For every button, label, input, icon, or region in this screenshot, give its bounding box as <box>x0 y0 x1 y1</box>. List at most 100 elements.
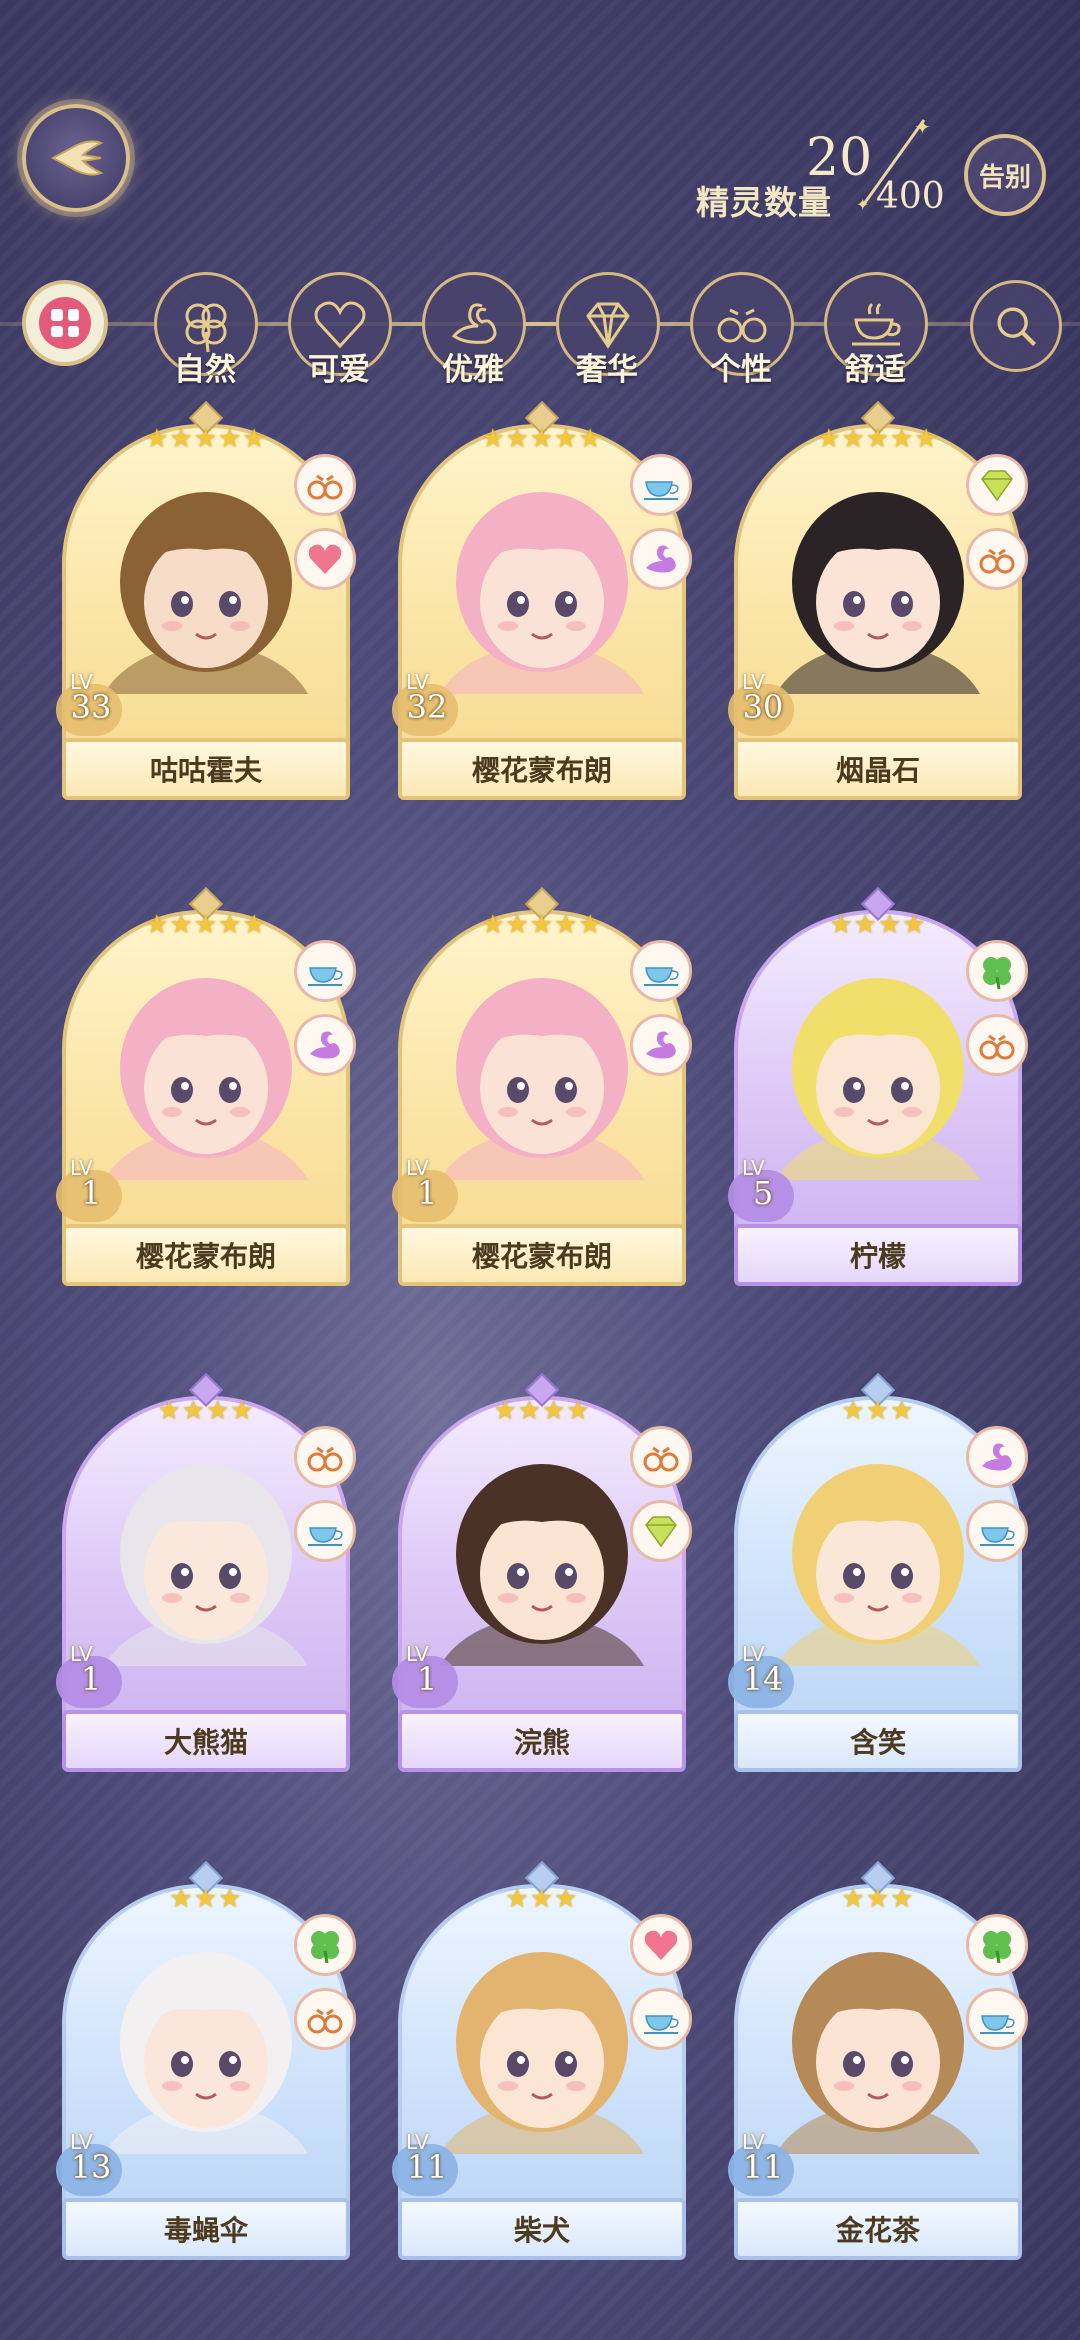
level-value: 11 <box>742 2148 784 2186</box>
level-value: 5 <box>752 1174 774 1212</box>
svg-text:✦: ✦ <box>914 115 931 139</box>
swan-icon-badge <box>966 1426 1028 1488</box>
glasses-icon <box>643 1446 679 1472</box>
swan-icon <box>646 1031 676 1059</box>
wing-back-icon <box>50 140 104 176</box>
spirit-name-plate: 咕咕霍夫 <box>62 738 350 800</box>
spirit-count: 精灵数量 20 ✦ ✦ 400 <box>696 115 956 228</box>
clover-icon-badge <box>966 1914 1028 1976</box>
teacup-icon <box>308 1527 343 1546</box>
spirit-name: 毒蝇伞 <box>163 2214 248 2247</box>
spirit-name: 柴犬 <box>513 2214 570 2247</box>
spirit-portrait <box>440 492 644 694</box>
clover-icon <box>983 957 1011 990</box>
level-badge: LV 13 <box>56 2130 126 2200</box>
spirit-portrait <box>104 978 308 1180</box>
spirit-name-plate: 金花茶 <box>734 2198 1022 2260</box>
glasses-icon-badge <box>630 1426 692 1488</box>
heart-icon-badge <box>294 528 356 590</box>
spirit-card[interactable]: ★★★ LV 11 柴犬 <box>392 1861 692 2260</box>
filter-luxury-label: 奢华 <box>576 352 638 388</box>
level-badge: LV 11 <box>392 2130 462 2200</box>
spirit-card[interactable]: ★★★★★ LV 1 樱花蒙布朗 <box>56 887 356 1286</box>
svg-text:✦: ✦ <box>856 195 869 212</box>
rarity-stars: ★★★★ <box>829 910 927 940</box>
spirit-name-plate: 大熊猫 <box>62 1710 350 1772</box>
spirit-card[interactable]: ★★★★★ LV 33 咕咕霍夫 <box>56 401 356 800</box>
rarity-stars: ★★★ <box>841 1396 915 1426</box>
teacup-icon-badge <box>630 454 692 516</box>
teacup-icon-badge <box>294 940 356 1002</box>
glasses-icon-badge <box>294 1426 356 1488</box>
level-value: 33 <box>70 688 112 726</box>
spirit-name: 金花茶 <box>835 2214 920 2247</box>
spirit-name: 浣熊 <box>513 1726 570 1759</box>
rarity-stars: ★★★★★ <box>145 910 267 940</box>
teacup-icon <box>980 2015 1015 2034</box>
swan-icon-badge <box>630 528 692 590</box>
filter-personality-label: 个性 <box>710 352 772 388</box>
filter-nature-label: 自然 <box>174 352 236 388</box>
heart-icon <box>644 1930 678 1960</box>
level-badge: LV 32 <box>392 670 462 740</box>
level-badge: LV 5 <box>728 1156 798 1226</box>
teacup-icon-badge <box>294 1500 356 1562</box>
swan-icon <box>646 545 676 573</box>
glasses-icon <box>979 1034 1015 1060</box>
spirit-card[interactable]: ★★★★★ LV 30 烟晶石 <box>728 401 1028 800</box>
heart-icon-badge <box>630 1914 692 1976</box>
glasses-icon-badge <box>294 1988 356 2050</box>
back-button[interactable] <box>22 104 130 212</box>
glasses-icon <box>307 1446 343 1472</box>
teacup-icon <box>644 967 679 986</box>
teacup-icon-badge <box>630 1988 692 2050</box>
clover-icon-badge <box>966 940 1028 1002</box>
rarity-stars: ★★★ <box>169 1884 243 1914</box>
spirit-card[interactable]: ★★★★★ LV 1 樱花蒙布朗 <box>392 887 692 1286</box>
level-badge: LV 1 <box>392 1156 462 1226</box>
glasses-icon-badge <box>966 528 1028 590</box>
rarity-stars: ★★★★ <box>157 1396 255 1426</box>
spirit-name-plate: 柠檬 <box>734 1224 1022 1286</box>
spirit-name: 烟晶石 <box>835 754 920 787</box>
spirit-card[interactable]: ★★★★ LV 5 柠檬 <box>728 887 1028 1286</box>
spirit-name: 大熊猫 <box>163 1726 248 1759</box>
spirit-name-plate: 含笑 <box>734 1710 1022 1772</box>
teacup-icon-badge <box>630 940 692 1002</box>
level-badge: LV 1 <box>392 1642 462 1712</box>
spirit-card[interactable]: ★★★★ LV 1 浣熊 <box>392 1373 692 1772</box>
spirit-card[interactable]: ★★★ LV 14 含笑 <box>728 1373 1028 1772</box>
filter-all-button[interactable] <box>22 280 108 366</box>
spirit-card[interactable]: ★★★★★ LV 32 樱花蒙布朗 <box>392 401 692 800</box>
rarity-stars: ★★★ <box>505 1884 579 1914</box>
spirit-portrait <box>104 1952 308 2154</box>
spirit-name: 樱花蒙布朗 <box>135 1240 276 1273</box>
teacup-icon <box>644 481 679 500</box>
spirit-card[interactable]: ★★★ LV 13 毒蝇伞 <box>56 1861 356 2260</box>
level-value: 32 <box>406 688 448 726</box>
clover-icon <box>311 1931 339 1964</box>
swan-icon-badge <box>630 1014 692 1076</box>
spirit-name: 咕咕霍夫 <box>149 754 262 787</box>
spirit-card[interactable]: ★★★ LV 11 金花茶 <box>728 1861 1028 2260</box>
heart-icon <box>308 544 342 574</box>
farewell-label: 告别 <box>978 162 1031 193</box>
teacup-icon-badge <box>966 1988 1028 2050</box>
level-value: 13 <box>70 2148 112 2186</box>
level-badge: LV 33 <box>56 670 126 740</box>
farewell-button[interactable]: 告别 <box>964 134 1046 216</box>
filter-elegant-label: 优雅 <box>442 352 504 388</box>
spirit-name-plate: 浣熊 <box>398 1710 686 1772</box>
teacup-icon <box>308 967 343 986</box>
spirit-name-plate: 烟晶石 <box>734 738 1022 800</box>
level-badge: LV 1 <box>56 1156 126 1226</box>
spirit-portrait <box>776 492 980 694</box>
search-button[interactable] <box>970 280 1062 372</box>
glasses-icon <box>307 474 343 500</box>
teacup-icon-badge <box>966 1500 1028 1562</box>
level-value: 14 <box>742 1660 784 1698</box>
spirit-name: 樱花蒙布朗 <box>471 754 612 787</box>
spirit-portrait <box>440 1464 644 1666</box>
spirit-card[interactable]: ★★★★ LV 1 大熊猫 <box>56 1373 356 1772</box>
teacup-icon <box>980 1527 1015 1546</box>
